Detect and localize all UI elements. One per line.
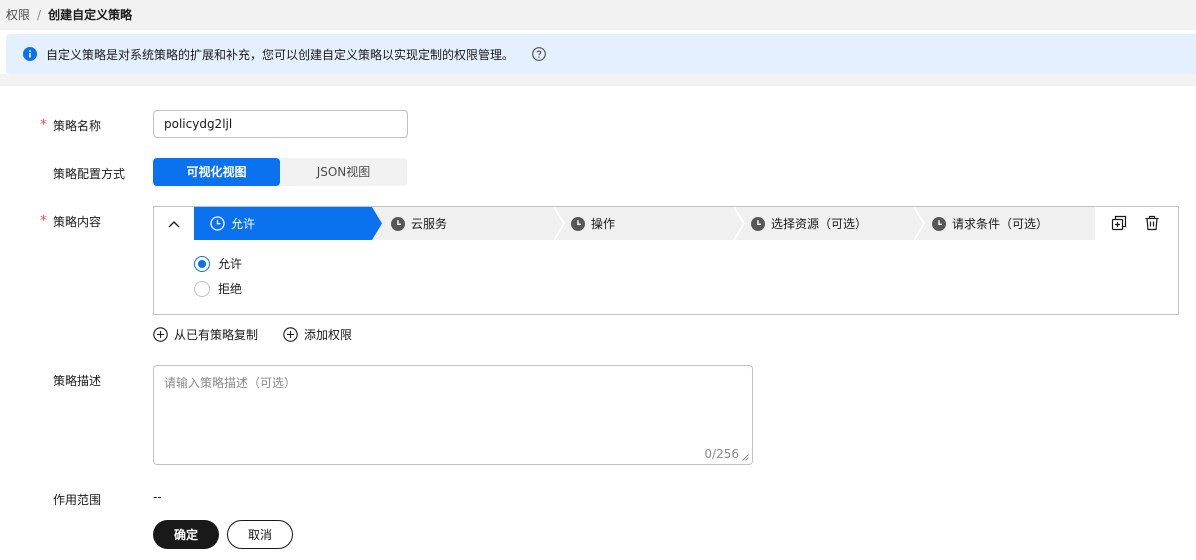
confirm-button[interactable]: 确定 <box>153 520 219 549</box>
policy-name-input[interactable] <box>153 110 408 138</box>
plus-circle-icon <box>283 327 298 342</box>
copy-from-existing-policy-link[interactable]: 从已有策略复制 <box>153 326 258 343</box>
breadcrumb: 权限 / 创建自定义策略 <box>6 6 132 23</box>
policy-description-label: 策略描述 <box>53 374 102 388</box>
config-mode-switch: 可视化视图 JSON视图 <box>153 158 407 186</box>
info-icon <box>23 47 37 61</box>
step-label: 选择资源（可选） <box>771 217 868 231</box>
scope-label: 作用范围 <box>53 493 102 507</box>
step-divider <box>734 207 746 240</box>
help-icon[interactable] <box>532 47 546 61</box>
policy-description-textarea[interactable]: 请输入策略描述（可选） 0/256 <box>153 365 753 465</box>
step-label: 操作 <box>591 217 616 231</box>
radio-button-checked[interactable] <box>194 255 210 272</box>
policy-content-panel: 允许 云服务 操作 选择资源（可选） 请求条件（可选） 允许 拒绝 <box>153 206 1179 315</box>
info-notice: 自定义策略是对系统策略的扩展和补充，您可以创建自定义策略以实现定制的权限管理。 <box>6 34 1196 74</box>
radio-label: 拒绝 <box>218 282 243 296</box>
clock-icon <box>571 216 585 231</box>
breadcrumb-separator: / <box>37 7 42 22</box>
step-select-resources[interactable]: 选择资源（可选） <box>751 207 867 240</box>
collapse-button[interactable] <box>154 207 194 240</box>
config-mode-label: 策略配置方式 <box>53 167 126 181</box>
step-tools <box>1095 207 1178 240</box>
trash-icon[interactable] <box>1144 215 1160 231</box>
character-counter: 0/256 <box>704 447 739 461</box>
radio-button[interactable] <box>194 280 210 297</box>
radio-label: 允许 <box>218 257 243 271</box>
breadcrumb-parent[interactable]: 权限 <box>6 6 30 23</box>
clock-icon <box>210 216 225 231</box>
copy-policy-label: 从已有策略复制 <box>174 328 259 342</box>
policy-name-label: 策略名称 <box>53 119 102 133</box>
add-permission-label: 添加权限 <box>304 328 353 342</box>
clock-icon <box>751 216 765 231</box>
clock-icon <box>932 216 946 231</box>
step-divider <box>554 207 566 240</box>
step-actions[interactable]: 操作 <box>571 207 615 240</box>
radio-deny[interactable]: 拒绝 <box>194 280 242 297</box>
top-bar: 权限 / 创建自定义策略 <box>0 0 1196 30</box>
required-mark: * <box>40 213 47 229</box>
step-label: 允许 <box>231 217 256 231</box>
tab-visual-view[interactable]: 可视化视图 <box>153 158 280 186</box>
required-mark: * <box>40 117 47 133</box>
cancel-button[interactable]: 取消 <box>227 520 293 549</box>
section-gap <box>0 74 1196 86</box>
description-placeholder: 请输入策略描述（可选） <box>164 376 297 390</box>
policy-content-label: 策略内容 <box>53 215 102 229</box>
step-label: 云服务 <box>411 217 448 231</box>
add-permission-link[interactable]: 添加权限 <box>283 326 352 343</box>
breadcrumb-current: 创建自定义策略 <box>48 8 133 22</box>
step-request-conditions[interactable]: 请求条件（可选） <box>932 207 1048 240</box>
step-allow[interactable]: 允许 <box>210 207 255 240</box>
clock-icon <box>391 216 405 231</box>
notice-text: 自定义策略是对系统策略的扩展和补充，您可以创建自定义策略以实现定制的权限管理。 <box>46 47 515 62</box>
plus-circle-icon <box>153 327 168 342</box>
scope-value: -- <box>153 490 162 504</box>
chevron-up-icon <box>168 220 180 227</box>
step-cloud-service[interactable]: 云服务 <box>391 207 447 240</box>
step-label: 请求条件（可选） <box>952 217 1049 231</box>
resize-handle-icon[interactable] <box>742 454 749 461</box>
step-divider <box>914 207 926 240</box>
policy-steps: 允许 云服务 操作 选择资源（可选） 请求条件（可选） <box>154 207 1178 240</box>
radio-allow[interactable]: 允许 <box>194 255 242 272</box>
copy-icon[interactable] <box>1111 215 1127 231</box>
tab-json-view[interactable]: JSON视图 <box>280 158 407 186</box>
